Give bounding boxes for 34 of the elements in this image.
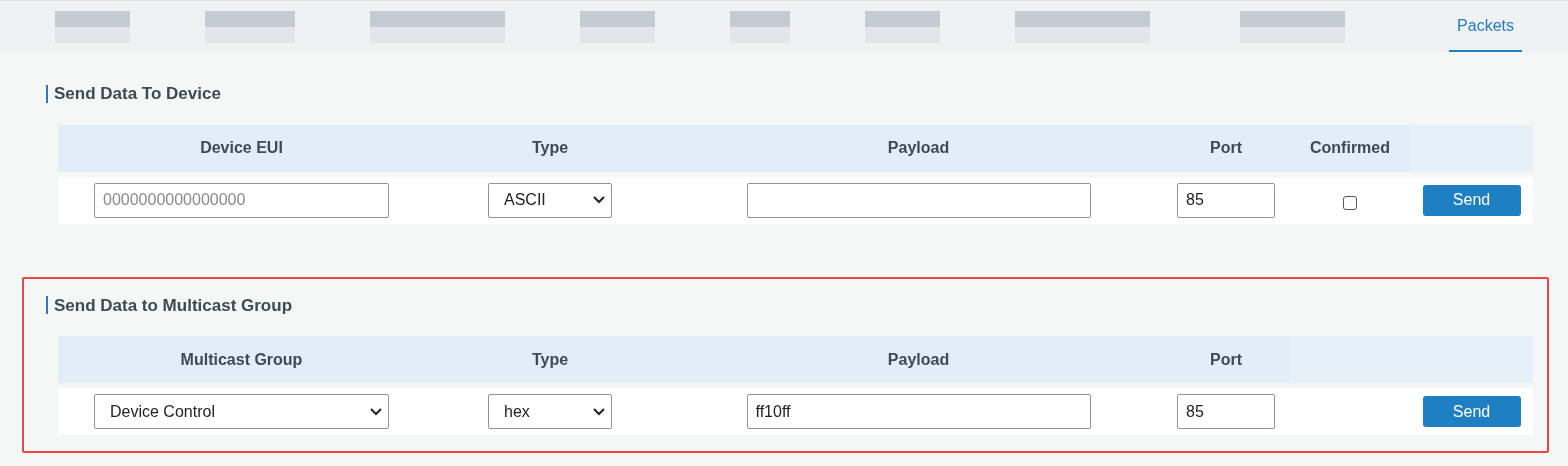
- column-header: Port: [1162, 336, 1290, 383]
- input-field[interactable]: 85: [1177, 182, 1275, 218]
- send-button[interactable]: Send: [1422, 396, 1521, 427]
- input-field[interactable]: 0000000000000000: [94, 182, 389, 218]
- send-button[interactable]: Send: [1422, 184, 1521, 216]
- blurred-tab[interactable]: [1015, 11, 1150, 43]
- blurred-tab[interactable]: [730, 11, 790, 43]
- input-field[interactable]: ff10ff: [746, 394, 1091, 429]
- blurred-tab[interactable]: [865, 11, 940, 43]
- blurred-tab[interactable]: [55, 11, 130, 43]
- section-title: Send Data to Multicast Group: [54, 294, 293, 317]
- column-header: Device EUI: [58, 124, 425, 172]
- input-field[interactable]: 85: [1177, 394, 1275, 429]
- blurred-tab[interactable]: [370, 11, 505, 43]
- tab[interactable]: Packets: [1449, 1, 1522, 52]
- dropdown-select[interactable]: Device Control: [94, 394, 389, 429]
- chevron-down-icon: [593, 196, 605, 204]
- column-header: Payload: [675, 336, 1162, 383]
- blurred-tab[interactable]: [1240, 11, 1345, 43]
- column-header: Payload: [675, 124, 1162, 172]
- chevron-down-icon: [593, 407, 605, 416]
- blurred-tab[interactable]: [580, 11, 655, 43]
- column-header: Type: [425, 124, 675, 172]
- chevron-down-icon: [370, 407, 382, 416]
- column-header: Port: [1162, 124, 1290, 172]
- blurred-tab[interactable]: [205, 11, 295, 43]
- input-field[interactable]: [746, 182, 1091, 218]
- checkbox[interactable]: [1343, 195, 1357, 210]
- section-title: Send Data To Device: [54, 83, 221, 105]
- dropdown-select[interactable]: ASCII: [488, 182, 612, 218]
- column-header: Type: [425, 336, 675, 383]
- dropdown-select[interactable]: hex: [488, 394, 612, 429]
- column-header: Confirmed: [1290, 124, 1410, 172]
- column-header: Multicast Group: [58, 336, 425, 383]
